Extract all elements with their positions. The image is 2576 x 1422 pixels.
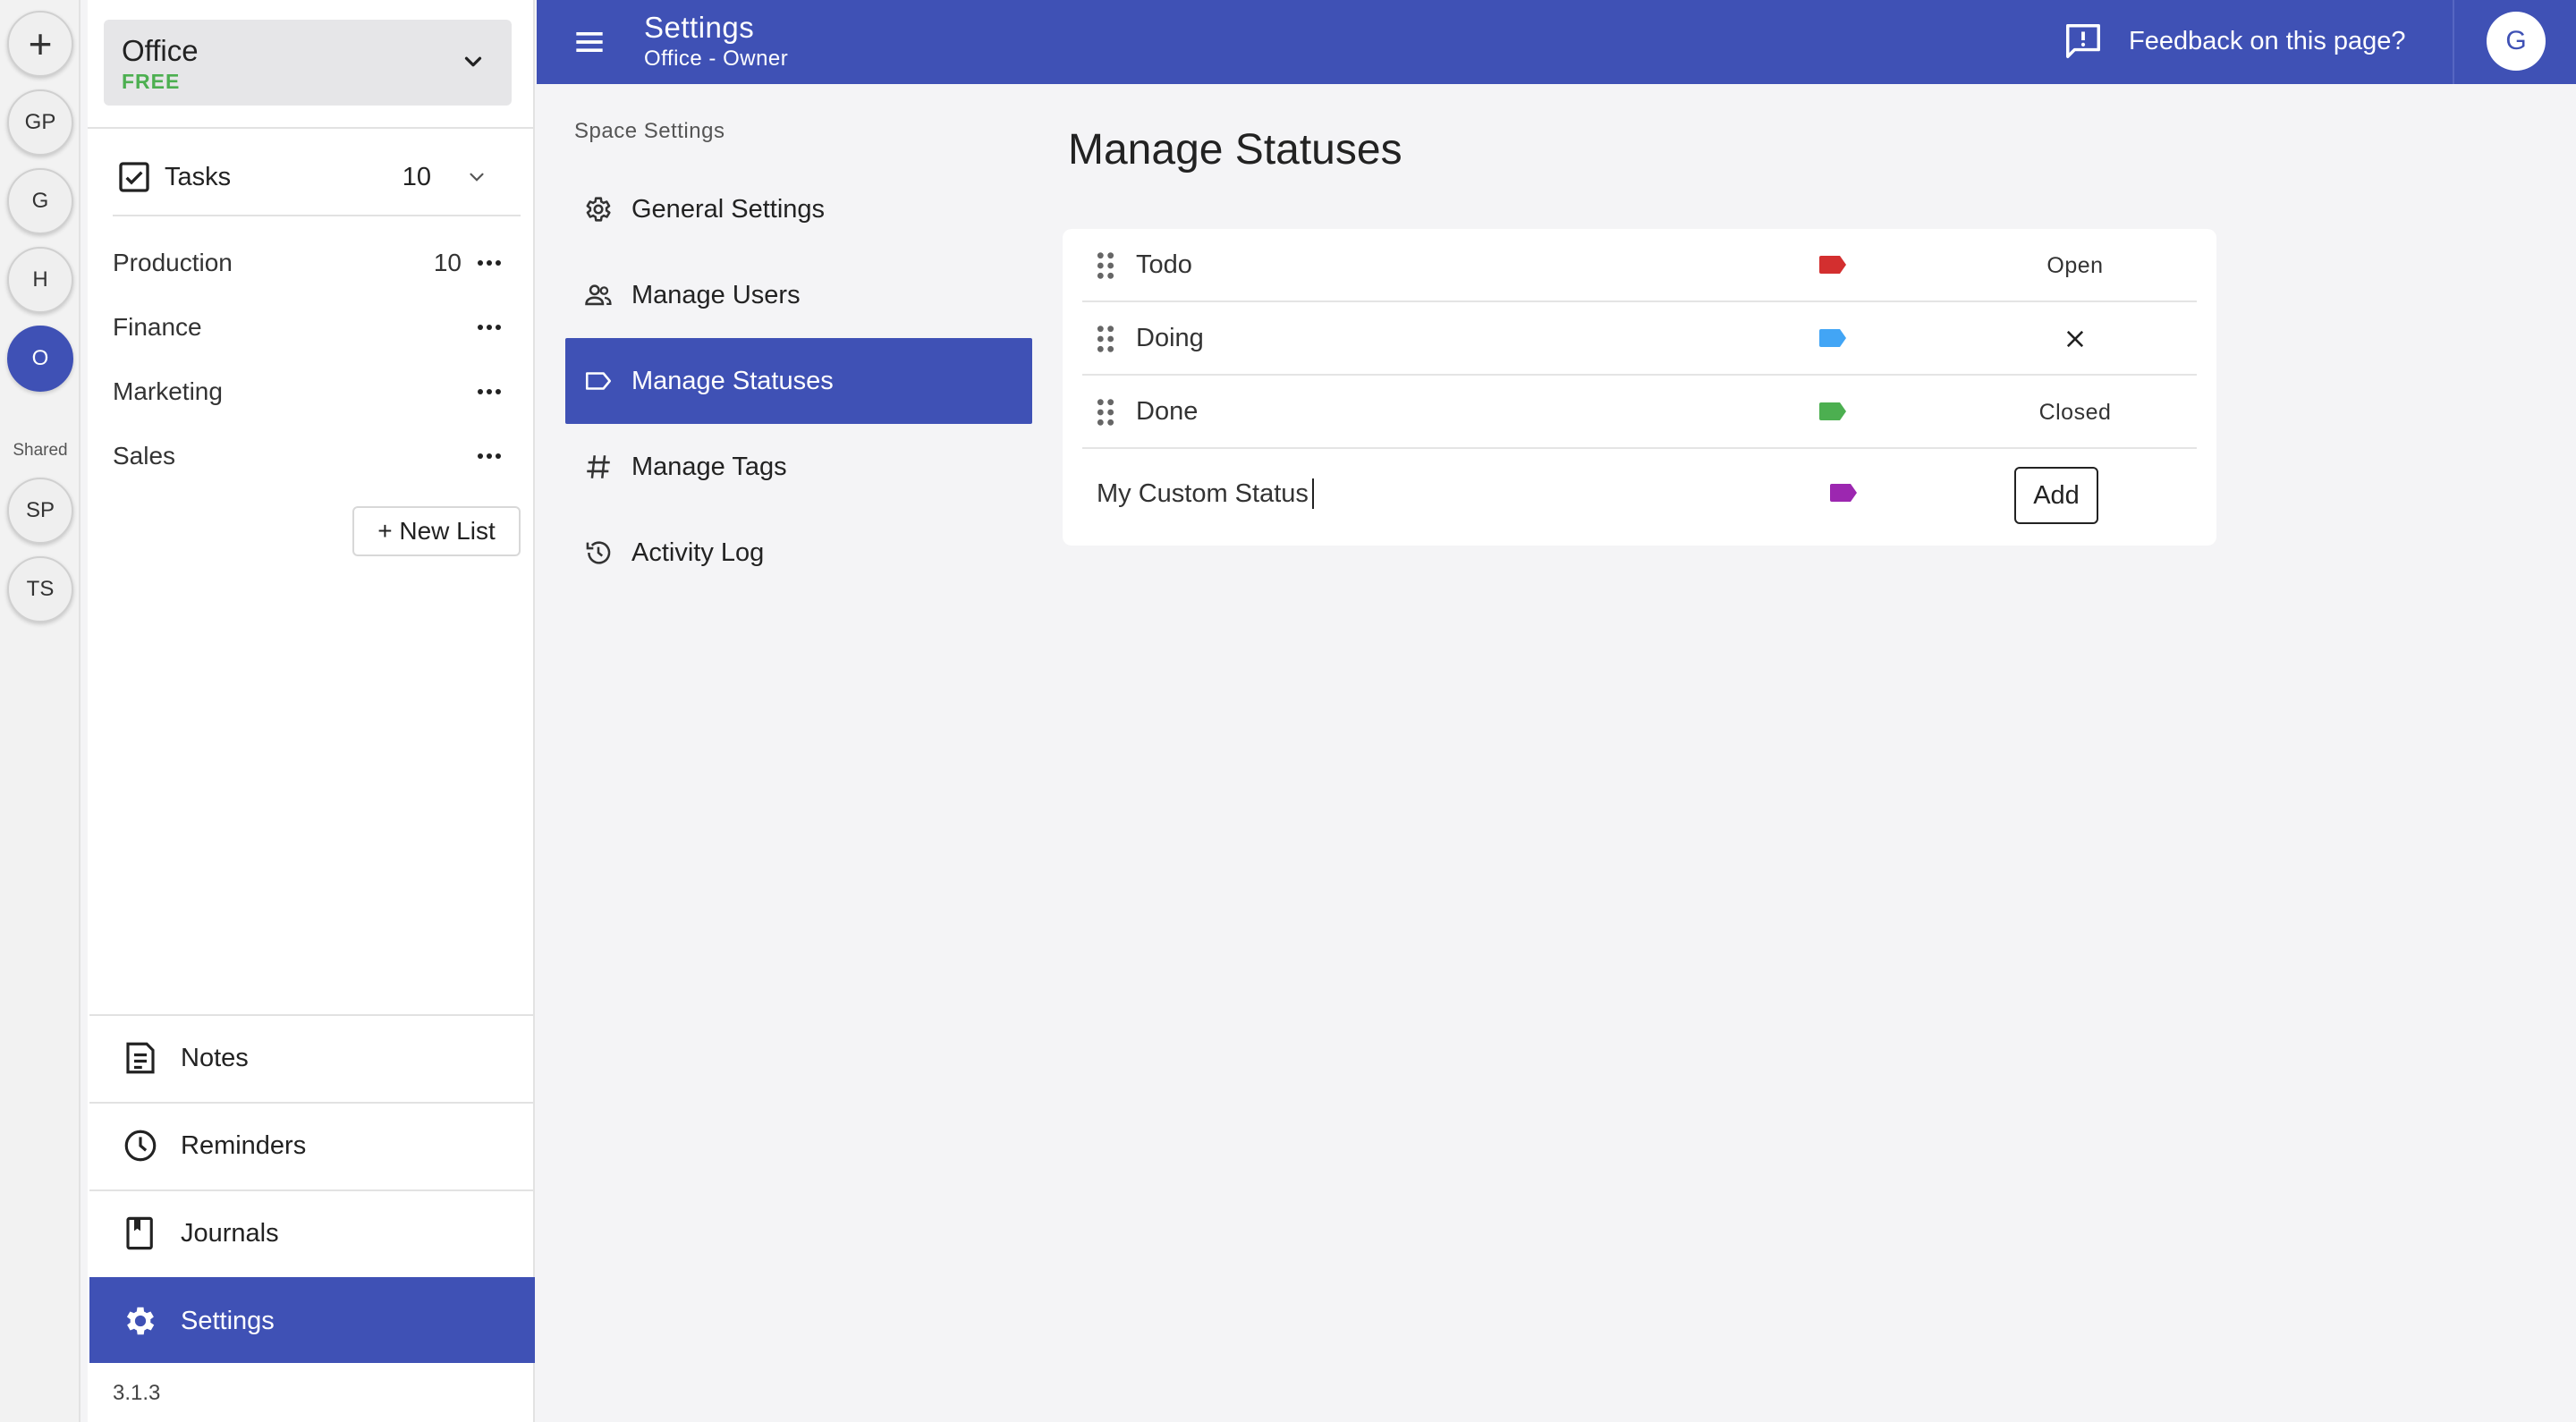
shared-space-ts[interactable]: TS [7, 556, 73, 622]
nav-item-settings[interactable]: Settings [89, 1277, 535, 1363]
more-options-icon[interactable] [476, 258, 503, 267]
more-options-icon[interactable] [476, 387, 503, 396]
more-options-icon[interactable] [476, 323, 503, 332]
chevron-down-icon [470, 173, 484, 182]
top-app-bar: Settings Office - Owner Feedback on this… [537, 0, 2576, 84]
divider [88, 127, 535, 129]
page-title: Settings [644, 11, 755, 44]
subnav-label: General Settings [631, 194, 826, 224]
checkbox-icon [119, 162, 149, 192]
nav-item-journals[interactable]: Journals [89, 1189, 535, 1275]
list-item-marketing[interactable]: Marketing [113, 362, 521, 421]
close-icon [2066, 330, 2084, 348]
space-avatar-gp[interactable]: GP [7, 89, 73, 156]
notes-icon [126, 1042, 155, 1074]
settings-section-heading: Space Settings [574, 119, 725, 143]
subnav-label: Manage Tags [631, 452, 787, 481]
subnav-label: Manage Statuses [631, 366, 834, 395]
add-status-button[interactable]: Add [2014, 467, 2098, 524]
list-name: Production [113, 249, 233, 276]
add-space-button[interactable]: + [7, 11, 73, 77]
drag-handle-icon[interactable] [1095, 250, 1116, 281]
list-name: Marketing [113, 377, 223, 405]
hash-icon [587, 455, 610, 478]
status-state-label: Closed [2038, 399, 2112, 425]
list-name: Finance [113, 313, 202, 341]
chevron-down-icon [464, 56, 482, 67]
nav-label: Reminders [181, 1130, 307, 1160]
tasks-count: 10 [402, 162, 431, 191]
nav-label: Journals [181, 1218, 279, 1248]
subnav-general-settings[interactable]: General Settings [565, 166, 1032, 252]
list-name: Sales [113, 442, 176, 470]
subnav-manage-tags[interactable]: Manage Tags [565, 424, 1032, 510]
navigation-drawer: Office FREE Tasks 10 Production 10 Finan… [88, 0, 535, 1422]
label-icon [585, 372, 612, 390]
space-avatar-g[interactable]: G [7, 168, 73, 234]
status-row-doing: Doing [1082, 302, 2197, 376]
shared-label: Shared [13, 441, 68, 460]
app-version: 3.1.3 [113, 1381, 161, 1405]
tasks-title: Tasks [165, 162, 232, 191]
user-avatar[interactable]: G [2487, 12, 2546, 71]
space-avatar-h[interactable]: H [7, 247, 73, 313]
section-title: Manage Statuses [1068, 126, 1402, 174]
new-list-button[interactable]: + New List [352, 506, 521, 556]
status-list-card: Todo Open Doing Done Closed Add [1063, 229, 2216, 546]
divider [113, 215, 521, 216]
nav-item-reminders[interactable]: Reminders [89, 1102, 535, 1188]
gear-outline-icon [586, 197, 611, 222]
gear-icon [126, 1307, 155, 1335]
status-name[interactable]: Done [1136, 397, 1198, 427]
subnav-manage-users[interactable]: Manage Users [565, 252, 1032, 338]
nav-item-notes[interactable]: Notes [89, 1014, 535, 1100]
shared-space-sp[interactable]: SP [7, 478, 73, 544]
page-subtitle: Office - Owner [644, 47, 789, 71]
new-status-input[interactable] [1097, 474, 1741, 513]
status-name[interactable]: Doing [1136, 324, 1204, 353]
space-selector[interactable]: Office FREE [104, 20, 512, 106]
drag-handle-icon[interactable] [1095, 397, 1116, 427]
subnav-label: Manage Users [631, 280, 801, 309]
list-item-sales[interactable]: Sales [113, 427, 521, 486]
status-name[interactable]: Todo [1136, 250, 1192, 280]
space-plan-badge: FREE [122, 70, 181, 93]
feedback-label: Feedback on this page? [2129, 26, 2406, 55]
divider [2453, 0, 2454, 84]
drag-handle-icon[interactable] [1095, 324, 1116, 354]
menu-icon[interactable] [569, 22, 610, 62]
tag-color-icon[interactable] [1818, 254, 1848, 275]
more-options-icon[interactable] [476, 452, 503, 461]
tag-color-icon[interactable] [1818, 327, 1848, 349]
feedback-button[interactable]: Feedback on this page? [2063, 16, 2406, 66]
list-item-production[interactable]: Production 10 [113, 233, 521, 292]
space-avatar-o[interactable]: O [7, 326, 73, 392]
tasks-section-header[interactable]: Tasks 10 [116, 150, 510, 204]
subnav-label: Activity Log [631, 537, 765, 567]
tag-color-icon[interactable] [1818, 401, 1848, 422]
status-row-todo: Todo Open [1082, 229, 2197, 302]
feedback-icon [2066, 24, 2100, 58]
nav-label: Settings [181, 1306, 275, 1335]
tag-color-icon[interactable] [1828, 482, 1859, 504]
status-state-label: Open [2046, 252, 2104, 278]
history-icon [586, 541, 611, 564]
delete-status-button[interactable] [2004, 302, 2147, 376]
users-icon [585, 284, 612, 306]
space-name: Office [122, 34, 199, 67]
subnav-activity-log[interactable]: Activity Log [565, 510, 1032, 596]
status-row-done: Done Closed [1082, 376, 2197, 449]
subnav-manage-statuses[interactable]: Manage Statuses [565, 338, 1032, 424]
clock-icon [124, 1130, 157, 1162]
list-count: 10 [433, 249, 462, 276]
nav-label: Notes [181, 1043, 249, 1072]
space-rail: + GP G H O Shared SP TS [0, 0, 80, 1422]
list-item-finance[interactable]: Finance [113, 298, 521, 357]
journal-icon [126, 1216, 153, 1250]
text-cursor [1312, 478, 1314, 509]
